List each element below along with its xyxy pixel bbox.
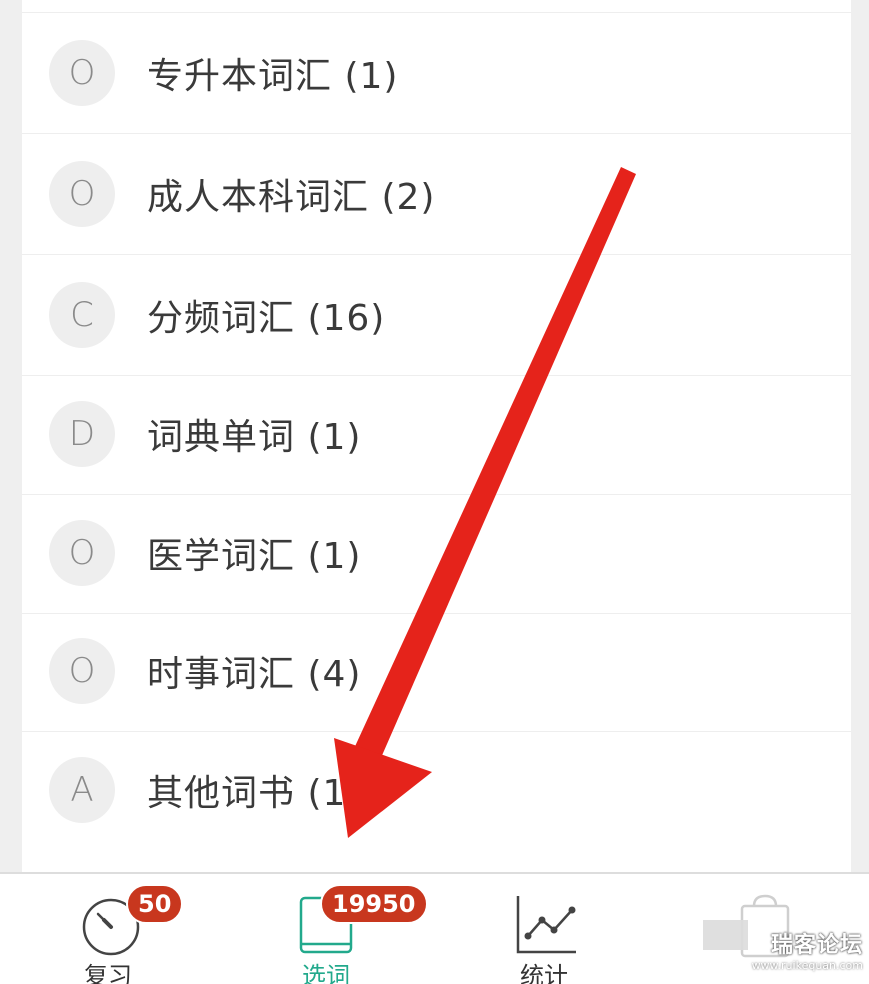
letter-avatar: O: [49, 638, 115, 704]
list-item[interactable]: C 分频词汇 (16): [22, 255, 851, 376]
letter-avatar: D: [49, 401, 115, 467]
list-item-label: 成人本科词汇 (2): [147, 177, 436, 218]
right-gutter: [851, 0, 869, 872]
list-item[interactable]: O 时事词汇 (4): [22, 611, 851, 732]
watermark-text: 瑞客论坛: [770, 932, 863, 958]
letter-avatar: O: [49, 520, 115, 586]
list-item[interactable]: O 成人本科词汇 (2): [22, 134, 851, 255]
tab-review[interactable]: 50 复习: [38, 874, 184, 984]
list-item-label: 医学词汇 (1): [147, 536, 362, 577]
forum-watermark: 瑞客论坛 www.ruikequan.com: [703, 920, 863, 978]
letter-avatar: A: [49, 757, 115, 823]
tab-stats[interactable]: 统计: [474, 874, 614, 984]
letter-avatar: O: [49, 161, 115, 227]
tab-select-label: 选词: [302, 962, 350, 984]
list-item[interactable]: A 其他词书 (1: [22, 730, 851, 850]
left-gutter: [0, 0, 22, 872]
bottom-tab-bar: 50 复习 19950 选词 统计 瑞客论坛 www.ruikequan.com: [0, 872, 869, 984]
list-item-label: 词典单词 (1): [147, 417, 362, 458]
tab-select[interactable]: 19950 选词: [256, 874, 428, 984]
list-item-label: 分频词汇 (16): [147, 298, 386, 339]
watermark-url: www.ruikequan.com: [751, 958, 863, 972]
list-top-divider: [22, 0, 851, 13]
list-item-label: 其他词书 (1: [147, 773, 347, 814]
tab-review-label: 复习: [84, 962, 132, 984]
letter-avatar: C: [49, 282, 115, 348]
list-item[interactable]: O 医学词汇 (1): [22, 493, 851, 614]
wordbook-list: O 专升本词汇 (1) O 成人本科词汇 (2) C 分频词汇 (16) D 词…: [22, 0, 851, 872]
list-item[interactable]: D 词典单词 (1): [22, 374, 851, 495]
line-chart-icon: [516, 896, 576, 954]
tab-stats-label: 统计: [520, 962, 568, 984]
list-item-label: 时事词汇 (4): [147, 654, 362, 695]
review-badge: 50: [126, 884, 184, 924]
watermark-box: [703, 920, 748, 950]
select-badge: 19950: [320, 884, 428, 924]
list-item-label: 专升本词汇 (1): [147, 56, 399, 97]
list-item[interactable]: O 专升本词汇 (1): [22, 13, 851, 134]
app-screen: O 专升本词汇 (1) O 成人本科词汇 (2) C 分频词汇 (16) D 词…: [0, 0, 869, 984]
letter-avatar: O: [49, 40, 115, 106]
